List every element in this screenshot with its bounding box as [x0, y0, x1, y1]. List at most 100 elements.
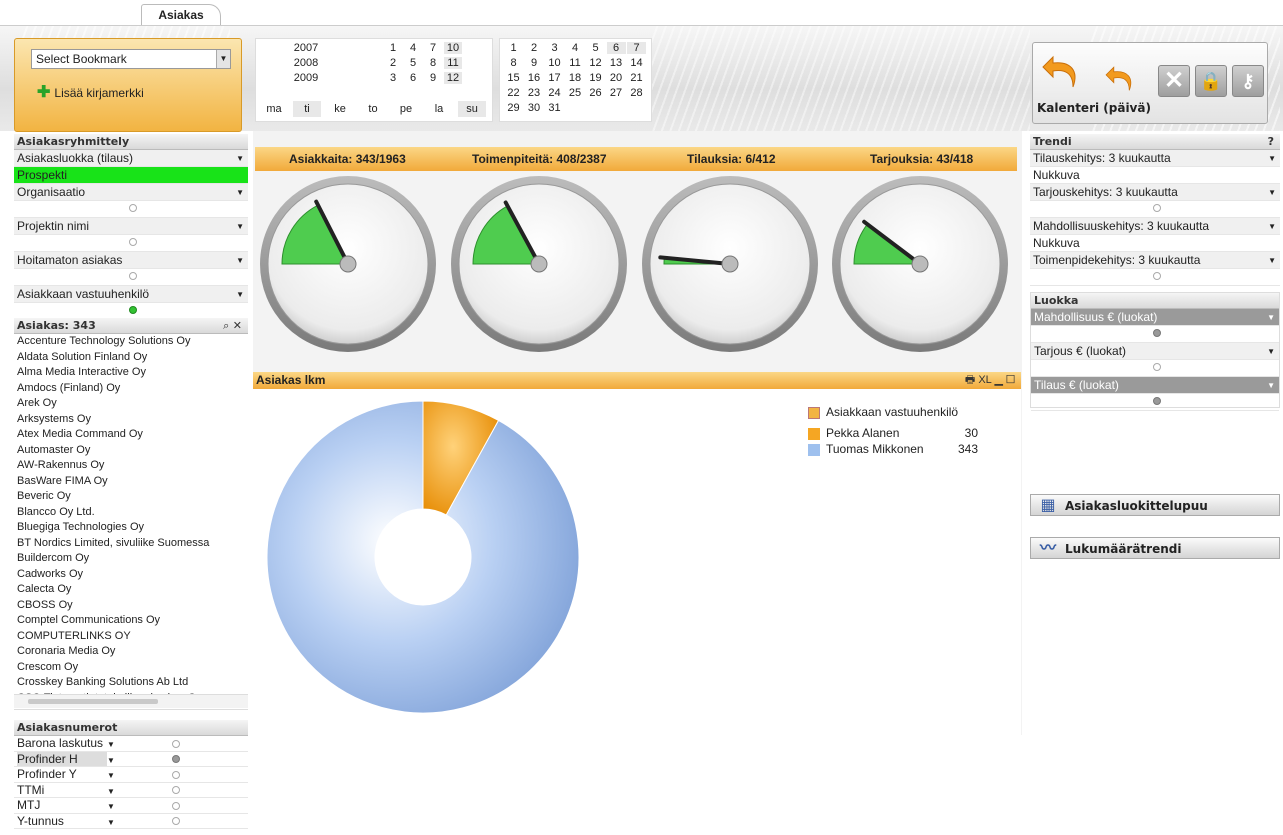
list-item[interactable]: Comptel Communications Oy [14, 613, 248, 629]
redo-icon[interactable] [1103, 61, 1137, 95]
customer-number-row[interactable]: Profinder Y ▼ [14, 767, 248, 783]
day-item[interactable]: 10 [545, 57, 564, 69]
customer-number-row[interactable]: Profinder H ▼ [14, 751, 248, 767]
list-item[interactable]: CBOSS Oy [14, 598, 248, 614]
day-item[interactable]: 5 [586, 42, 605, 54]
day-item[interactable]: 6 [606, 42, 626, 54]
listbox-value-row[interactable] [14, 269, 248, 286]
listbox-tarjous[interactable]: Tarjous € (luokat) ▼ [1031, 343, 1279, 360]
unlock-icon[interactable]: ⚷ [1232, 65, 1264, 97]
listbox-value-row[interactable] [1031, 394, 1279, 411]
listbox-value[interactable]: Nukkuva [1030, 235, 1280, 252]
month-item[interactable]: 10 [444, 42, 462, 54]
excel-icon[interactable]: XL [978, 374, 991, 386]
day-item[interactable]: 17 [545, 72, 564, 84]
listbox-value-row[interactable] [1030, 269, 1280, 286]
month-item[interactable]: 12 [444, 72, 462, 84]
list-item[interactable]: Atex Media Command Oy [14, 427, 248, 443]
listbox-tarjouskehitys[interactable]: Tarjouskehitys: 3 kuukautta ▼ [1030, 184, 1280, 201]
list-item[interactable]: Blancco Oy Ltd. [14, 505, 248, 521]
list-item[interactable]: Beveric Oy [14, 489, 248, 505]
day-item[interactable]: 7 [627, 42, 646, 54]
vertical-scrollbar[interactable] [236, 336, 246, 676]
day-item[interactable]: 14 [627, 57, 646, 69]
donut-slice-2[interactable] [266, 400, 580, 714]
clear-icon[interactable]: ✕ [1158, 65, 1190, 97]
day-item[interactable]: 21 [627, 72, 646, 84]
customer-number-row[interactable]: Y-tunnus ▼ [14, 814, 248, 829]
day-item[interactable]: 19 [586, 72, 605, 84]
year-item[interactable]: 2009 [286, 72, 326, 84]
day-item[interactable]: 25 [566, 87, 585, 99]
list-item[interactable]: BasWare FIMA Oy [14, 474, 248, 490]
day-item[interactable]: 3 [545, 42, 564, 54]
list-item[interactable]: Amdocs (Finland) Oy [14, 381, 248, 397]
listbox-toimenpidekehitys[interactable]: Toimenpidekehitys: 3 kuukautta ▼ [1030, 252, 1280, 269]
lukumaaratrendi-button[interactable]: 〰 Lukumäärätrendi [1030, 537, 1280, 559]
list-item[interactable]: Crescom Oy [14, 660, 248, 676]
day-item[interactable]: 11 [566, 57, 585, 69]
weekday-item[interactable]: to [359, 101, 387, 117]
weekday-item[interactable]: su [458, 101, 486, 117]
list-item[interactable]: AW-Rakennus Oy [14, 458, 248, 474]
print-icon[interactable]: 🖶 [965, 374, 975, 386]
month-item[interactable]: 1 [384, 42, 402, 54]
listbox-value-row[interactable] [1031, 326, 1279, 343]
month-item[interactable]: 8 [424, 57, 442, 69]
list-item[interactable]: Arek Oy [14, 396, 248, 412]
month-item[interactable]: 4 [404, 42, 422, 54]
month-item[interactable]: 7 [424, 42, 442, 54]
day-item[interactable]: 24 [545, 87, 564, 99]
legend-row[interactable]: Pekka Alanen 30 [808, 425, 978, 441]
listbox-tilauskehitys[interactable]: Tilauskehitys: 3 kuukautta ▼ [1030, 150, 1280, 167]
listbox-value[interactable]: Nukkuva [1030, 167, 1280, 184]
listbox-value-prospekti[interactable]: Prospekti [14, 167, 248, 184]
day-item[interactable]: 4 [566, 42, 585, 54]
legend-header-icon[interactable] [808, 406, 820, 419]
search-clear-icon[interactable]: ⌕ ✕ [223, 318, 242, 334]
list-item[interactable]: COMPUTERLINKS OY [14, 629, 248, 645]
list-item[interactable]: Calecta Oy [14, 582, 248, 598]
list-item[interactable]: Bluegiga Technologies Oy [14, 520, 248, 536]
minimize-icon[interactable]: ▁ [994, 374, 1002, 386]
day-item[interactable]: 13 [607, 57, 626, 69]
month-item[interactable]: 5 [404, 57, 422, 69]
listbox-tilaus[interactable]: Tilaus € (luokat) ▼ [1031, 377, 1279, 394]
list-item[interactable]: Coronaria Media Oy [14, 644, 248, 660]
month-item[interactable]: 6 [404, 72, 422, 84]
horizontal-scrollbar[interactable] [14, 694, 248, 708]
list-item[interactable]: Buildercom Oy [14, 551, 248, 567]
scrollbar-thumb[interactable] [28, 699, 158, 704]
month-item[interactable]: 11 [444, 57, 462, 69]
month-item[interactable]: 2 [384, 57, 402, 69]
list-item[interactable]: Aldata Solution Finland Oy [14, 350, 248, 366]
day-item[interactable]: 12 [586, 57, 605, 69]
day-item[interactable]: 8 [504, 57, 523, 69]
month-item[interactable]: 3 [384, 72, 402, 84]
list-item[interactable]: Accenture Technology Solutions Oy [14, 334, 248, 350]
customer-number-row[interactable]: Barona laskutus ▼ [14, 736, 248, 752]
list-item[interactable]: Automaster Oy [14, 443, 248, 459]
day-item[interactable]: 26 [586, 87, 605, 99]
listbox-mahdollisuuskehitys[interactable]: Mahdollisuuskehitys: 3 kuukautta ▼ [1030, 218, 1280, 235]
listbox-vastuuhenkilo[interactable]: Asiakkaan vastuuhenkilö ▼ [14, 286, 248, 303]
list-item[interactable]: Alma Media Interactive Oy [14, 365, 248, 381]
lock-icon[interactable]: 🔒 [1195, 65, 1227, 97]
day-item[interactable]: 16 [525, 72, 544, 84]
customer-number-row[interactable]: MTJ ▼ [14, 798, 248, 814]
list-item[interactable]: Arksystems Oy [14, 412, 248, 428]
day-item[interactable]: 30 [525, 102, 544, 114]
day-item[interactable]: 2 [525, 42, 544, 54]
bookmark-select[interactable]: Select Bookmark ▼ [31, 49, 231, 69]
legend-row[interactable]: Tuomas Mikkonen 343 [808, 441, 978, 457]
listbox-asiakasluokka[interactable]: Asiakasluokka (tilaus) ▼ [14, 150, 248, 167]
day-item[interactable]: 27 [607, 87, 626, 99]
list-item[interactable]: BT Nordics Limited, sivuliike Suomessa [14, 536, 248, 552]
day-item[interactable]: 31 [545, 102, 564, 114]
day-item[interactable]: 23 [525, 87, 544, 99]
weekday-item[interactable]: ma [260, 101, 288, 117]
day-item[interactable]: 18 [566, 72, 585, 84]
day-item[interactable]: 1 [504, 42, 523, 54]
list-item[interactable]: Cadworks Oy [14, 567, 248, 583]
asiakasluokittelupuu-button[interactable]: ▦ Asiakasluokittelupuu [1030, 494, 1280, 516]
